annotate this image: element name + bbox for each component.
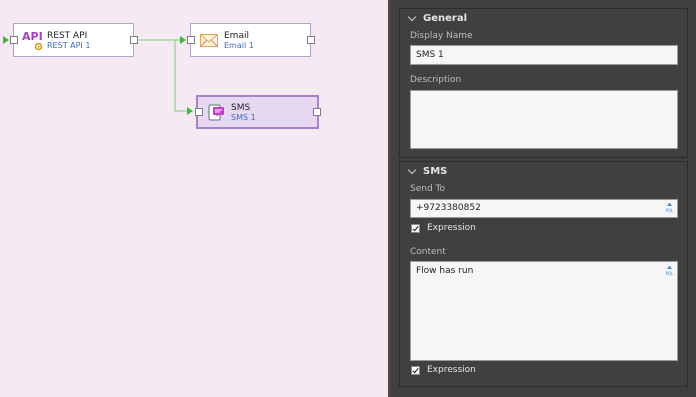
pql-expression-icon[interactable]: PQL	[664, 202, 675, 213]
sms-section-header[interactable]: SMS	[423, 166, 447, 177]
connectors	[139, 39, 190, 112]
sms-incoming-arrow	[187, 107, 193, 115]
rest-api-node-subtitle: REST API 1	[47, 41, 91, 50]
gear-icon	[34, 42, 43, 51]
send-to-expression-label: Expression	[427, 223, 476, 233]
content-label: Content	[410, 247, 446, 257]
svg-text:PQL: PQL	[666, 271, 675, 276]
email-node[interactable]: Email Email 1	[187, 23, 315, 57]
content-expression-checkbox[interactable]	[411, 366, 420, 375]
email-input-port[interactable]	[187, 36, 195, 44]
pql-expression-icon[interactable]: PQL	[664, 265, 675, 276]
rest-api-node[interactable]: API REST API REST API 1	[10, 23, 138, 57]
sms-input-port[interactable]	[195, 108, 203, 116]
description-input[interactable]	[410, 90, 678, 149]
rest-api-incoming-arrow	[3, 36, 9, 44]
envelope-icon	[200, 34, 218, 47]
send-to-input[interactable]: +9723380852	[410, 199, 678, 218]
description-label: Description	[410, 75, 462, 85]
rest-api-input-port[interactable]	[10, 36, 18, 44]
chevron-down-icon[interactable]	[407, 12, 417, 22]
sms-message-icon	[208, 104, 224, 121]
sms-section: SMS Send To +9723380852 PQL Expression C…	[399, 161, 688, 387]
content-input[interactable]: Flow has run	[410, 261, 678, 361]
email-output-port[interactable]	[307, 36, 315, 44]
email-node-subtitle: Email 1	[224, 41, 254, 50]
email-node-title: Email	[224, 31, 249, 41]
svg-text:PQL: PQL	[666, 208, 675, 213]
sms-node-title: SMS	[231, 103, 251, 113]
properties-panel: General Display Name SMS 1 Description S…	[391, 0, 696, 397]
display-name-label: Display Name	[410, 31, 473, 41]
display-name-input[interactable]: SMS 1	[410, 45, 678, 65]
content-expression-label: Expression	[427, 365, 476, 375]
general-section-header[interactable]: General	[423, 13, 467, 24]
sms-output-port[interactable]	[313, 108, 321, 116]
flow-canvas[interactable]: API REST API REST API 1 Email Email 1 SM…	[0, 0, 388, 397]
general-section: General Display Name SMS 1 Description	[399, 8, 688, 158]
rest-api-node-title: REST API	[47, 31, 88, 41]
rest-api-output-port[interactable]	[130, 36, 138, 44]
sms-node-subtitle: SMS 1	[231, 113, 256, 122]
chevron-down-icon[interactable]	[407, 165, 417, 175]
sms-node[interactable]: SMS SMS 1	[195, 95, 321, 129]
send-to-label: Send To	[410, 184, 446, 194]
email-incoming-arrow	[180, 36, 186, 44]
send-to-expression-checkbox[interactable]	[411, 224, 420, 233]
